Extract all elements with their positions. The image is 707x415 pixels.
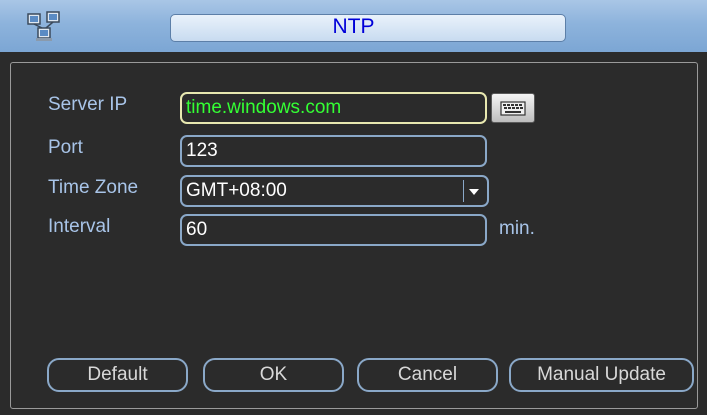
server-ip-label: Server IP: [48, 94, 128, 115]
port-field[interactable]: 123: [180, 135, 487, 167]
time-zone-select[interactable]: GMT+08:00: [180, 175, 489, 207]
port-label: Port: [48, 137, 83, 158]
time-zone-value: GMT+08:00: [186, 180, 287, 201]
cancel-button[interactable]: Cancel: [357, 358, 498, 392]
manual-update-button[interactable]: Manual Update: [509, 358, 694, 392]
interval-label: Interval: [48, 216, 111, 237]
keyboard-button[interactable]: [491, 93, 535, 123]
time-zone-label: Time Zone: [48, 177, 139, 198]
title-bar: NTP: [0, 0, 707, 52]
window-title: NTP: [332, 15, 375, 38]
ok-button[interactable]: OK: [203, 358, 344, 392]
default-button[interactable]: Default: [47, 358, 188, 392]
ntp-dialog: NTP Server IP time.windows.com Port 123 …: [0, 0, 707, 415]
chevron-down-icon[interactable]: [463, 180, 484, 202]
interval-unit: min.: [499, 218, 535, 239]
interval-field[interactable]: 60: [180, 214, 487, 246]
keyboard-icon: [500, 101, 526, 116]
server-ip-field[interactable]: time.windows.com: [180, 92, 487, 124]
